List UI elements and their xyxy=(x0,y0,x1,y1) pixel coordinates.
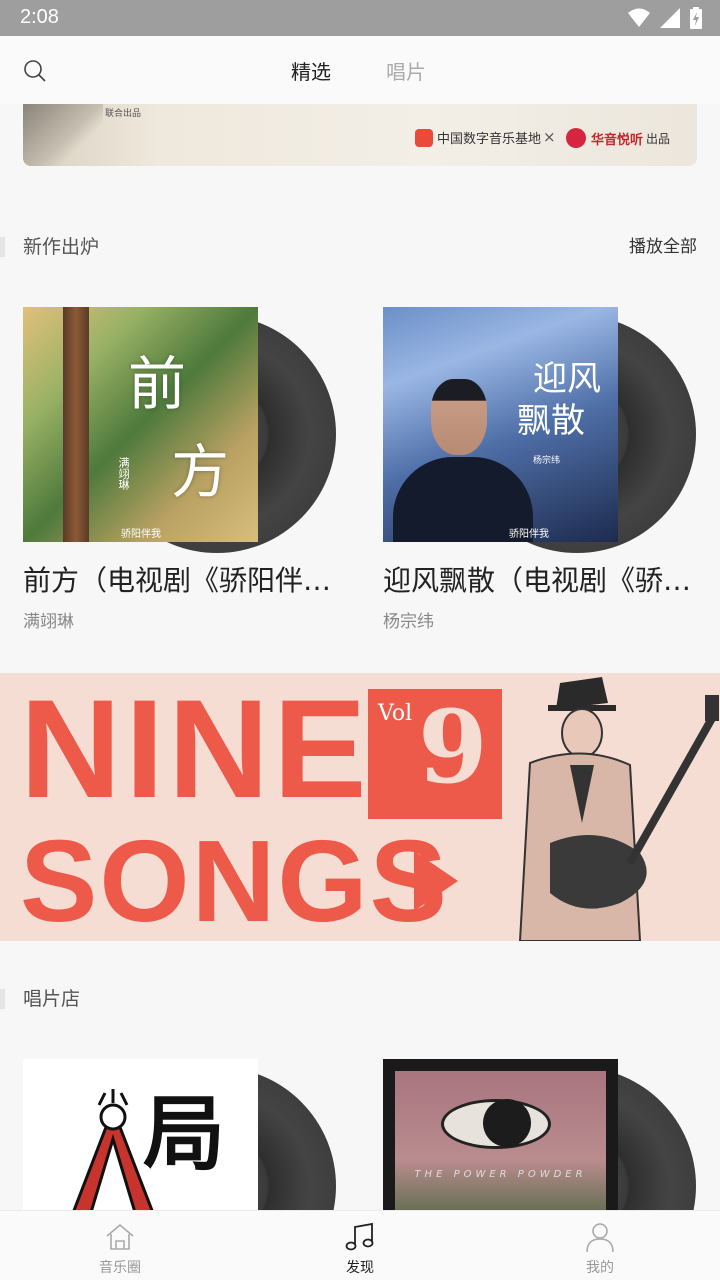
album-cover[interactable]: 局 xyxy=(23,1059,258,1210)
album-cover[interactable]: THE POWER POWDER xyxy=(383,1059,618,1210)
status-bar: 2:08 xyxy=(0,0,720,36)
banner-suffix: 出品 xyxy=(646,132,671,146)
cover-art-post xyxy=(63,307,89,542)
section-accent-bar xyxy=(0,237,5,257)
nav-item-discover[interactable]: 发现 xyxy=(300,1211,420,1280)
status-time: 2:08 xyxy=(20,6,59,28)
cover-title: THE POWER POWDER xyxy=(414,1169,587,1180)
banner-separator: × xyxy=(543,128,556,146)
cover-foot: 骄阳伴我 xyxy=(121,529,161,540)
cover-artist: 杨宗纬 xyxy=(533,456,561,466)
album-card[interactable]: 迎风 飘散 杨宗纬 骄阳伴我 迎风飘散（电视剧《骄阳伴我》插曲） 杨宗纬 xyxy=(383,307,703,637)
section-title: 唱片店 xyxy=(23,988,81,1010)
cover-art-figure xyxy=(72,1089,154,1210)
album-cover[interactable]: 迎风 飘散 杨宗纬 骄阳伴我 xyxy=(383,307,618,542)
partner2-logo-icon xyxy=(566,128,586,148)
promo-banner[interactable]: NINE SONGS Vol 9 xyxy=(0,673,720,941)
album-cover[interactable]: 前 方 满翊琳 骄阳伴我 xyxy=(23,307,258,542)
home-icon xyxy=(106,1223,134,1250)
tab-featured[interactable]: 精选 xyxy=(291,56,331,85)
promo-vol: Vol xyxy=(378,701,413,726)
album-name[interactable]: 前方（电视剧《骄阳伴我》插曲） xyxy=(23,559,333,599)
cover-title-2: 方 xyxy=(171,438,230,506)
new-releases-header: 新作出炉 播放全部 xyxy=(0,232,720,262)
guitarist-illustration xyxy=(518,677,719,941)
tab-records[interactable]: 唱片 xyxy=(386,56,426,85)
nav-label: 音乐圈 xyxy=(99,1260,141,1276)
signal-icon xyxy=(660,8,680,28)
section-title: 新作出炉 xyxy=(23,236,100,258)
cover-art-pupil xyxy=(483,1099,531,1147)
play-all-button[interactable]: 播放全部 xyxy=(629,232,697,257)
top-bar: 精选 唱片 xyxy=(0,36,720,104)
cover-artist: 满翊琳 xyxy=(117,457,130,490)
nav-label: 我的 xyxy=(586,1260,614,1276)
nav-item-music-circle[interactable]: 音乐圈 xyxy=(60,1211,180,1280)
promo-line2: SONGS xyxy=(20,816,449,941)
status-icons xyxy=(628,7,702,29)
bottom-nav: 音乐圈 发现 我的 xyxy=(0,1210,720,1280)
play-icon[interactable] xyxy=(414,851,458,911)
promo-line1: NINE xyxy=(20,673,371,827)
banner-partner1: 中国数字音乐基地 xyxy=(437,132,542,147)
person-icon xyxy=(586,1223,614,1253)
cover-title-2: 飘散 xyxy=(517,401,585,441)
cover-title-1: 前 xyxy=(128,350,187,418)
cover-foot: 骄阳伴我 xyxy=(509,529,549,540)
album-card[interactable]: 局 xyxy=(23,1059,343,1210)
banner-partner2: 华音悦听 xyxy=(591,133,644,148)
top-banner[interactable]: 联合出品 中国数字音乐基地 × 华音悦听 出品 xyxy=(23,104,697,166)
album-artist[interactable]: 杨宗纬 xyxy=(383,607,434,632)
wifi-icon xyxy=(628,8,650,27)
banner-ink-art xyxy=(23,104,103,166)
record-store-header: 唱片店 xyxy=(0,984,720,1014)
section-accent-bar xyxy=(0,989,5,1009)
album-name[interactable]: 迎风飘散（电视剧《骄阳伴我》插曲） xyxy=(383,559,693,599)
battery-icon xyxy=(690,7,702,29)
partner1-logo-icon xyxy=(415,129,433,147)
album-card[interactable]: 前 方 满翊琳 骄阳伴我 前方（电视剧《骄阳伴我》插曲） 满翊琳 xyxy=(23,307,343,637)
album-artist[interactable]: 满翊琳 xyxy=(23,607,74,632)
search-icon[interactable] xyxy=(22,58,48,84)
nav-label: 发现 xyxy=(346,1260,374,1276)
cover-art-face xyxy=(431,379,487,455)
promo-number: 9 xyxy=(418,688,488,806)
album-card[interactable]: THE POWER POWDER xyxy=(383,1059,703,1210)
music-note-icon xyxy=(345,1222,374,1251)
banner-tiny-text: 联合出品 xyxy=(105,109,142,119)
nav-item-mine[interactable]: 我的 xyxy=(540,1211,660,1280)
